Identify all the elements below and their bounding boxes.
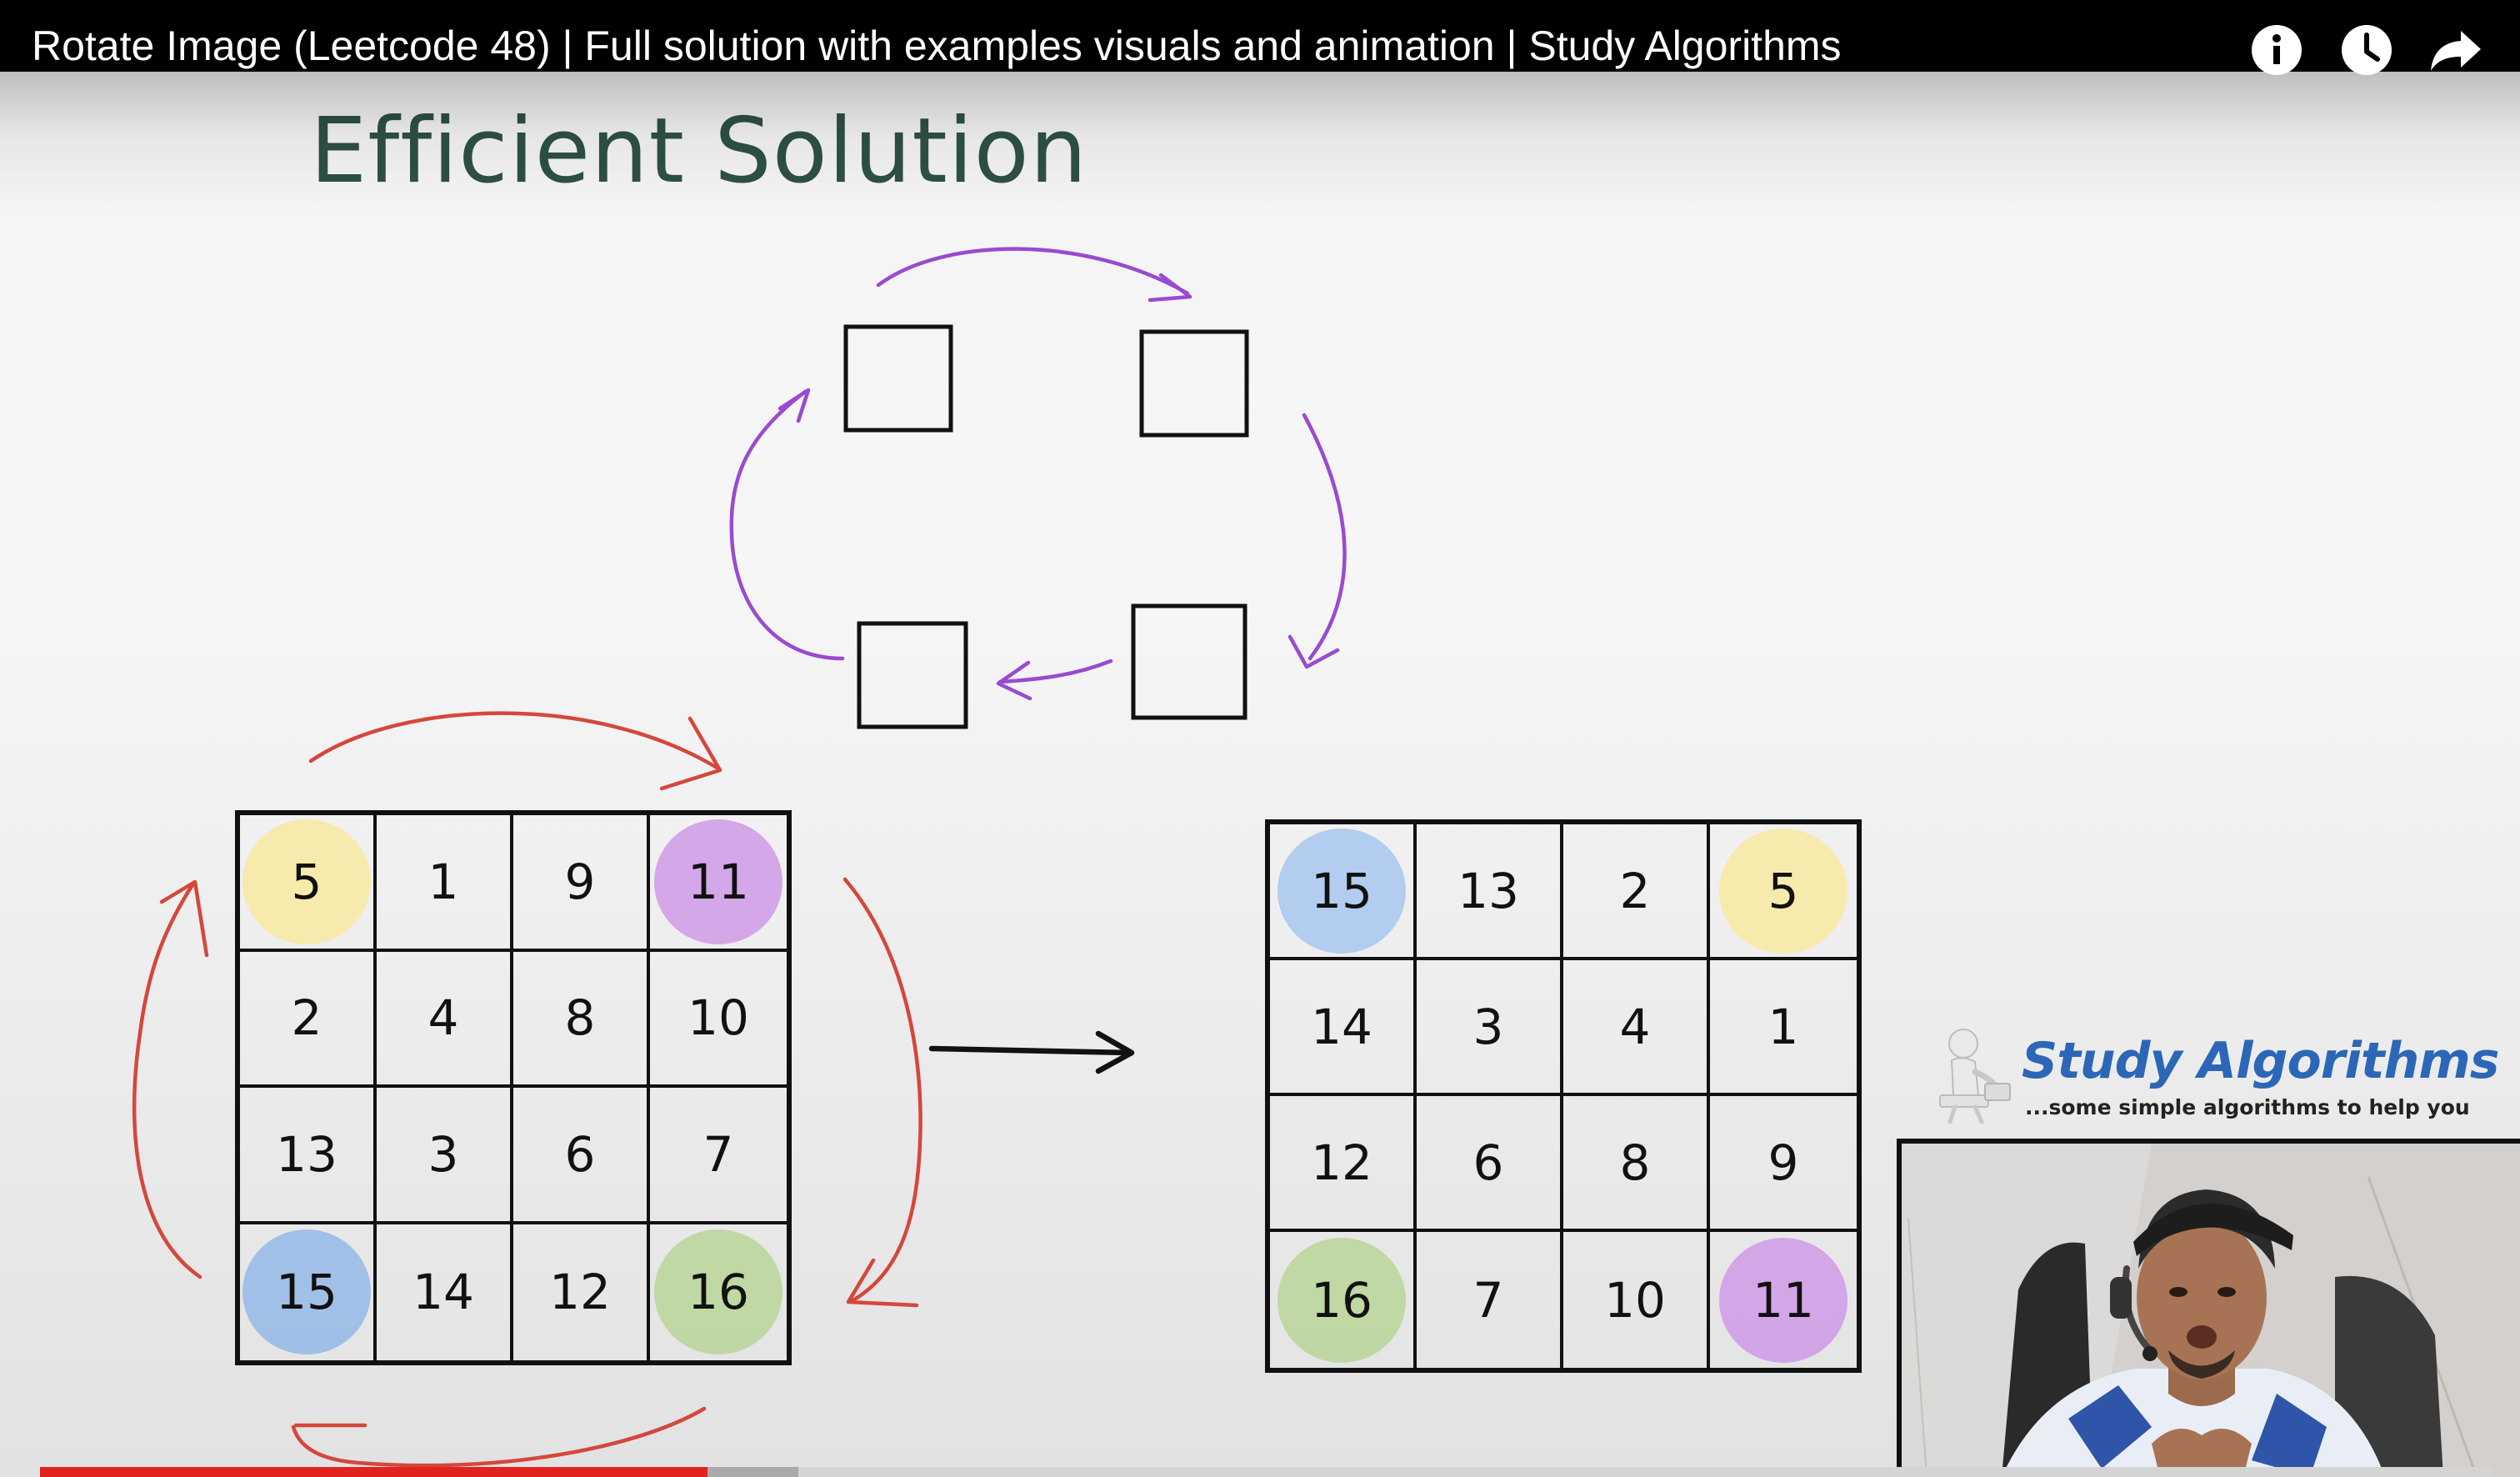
matrix-cell: 6 — [1417, 1096, 1563, 1232]
cell-value: 6 — [564, 1125, 596, 1183]
cell-value: 10 — [688, 989, 749, 1047]
cell-value: 9 — [1768, 1134, 1799, 1191]
brand-tagline: ...some simple algorithms to help you — [2025, 1095, 2470, 1119]
matrix-cell: 1 — [377, 815, 513, 952]
cell-value: 4 — [428, 989, 459, 1047]
matrix-cell: 4 — [1563, 960, 1710, 1096]
matrix-cell: 2 — [1563, 824, 1710, 960]
matrix-cell: 3 — [1417, 960, 1563, 1096]
matrix-cell: 15 — [240, 1224, 377, 1360]
cell-value: 16 — [1311, 1271, 1372, 1329]
matrix-cell: 9 — [513, 815, 650, 952]
matrix-cell: 11 — [650, 815, 787, 952]
matrix-cell: 14 — [377, 1224, 513, 1360]
matrix-cell: 11 — [1710, 1232, 1857, 1368]
matrix-cell: 16 — [1270, 1232, 1417, 1368]
matrix-cell: 13 — [1417, 824, 1563, 960]
presenter-webcam — [1897, 1139, 2520, 1477]
cell-value: 8 — [564, 989, 596, 1047]
red-arrow-bottom — [291, 1406, 707, 1468]
watch-later-button[interactable] — [2338, 22, 2395, 78]
progress-bar[interactable] — [40, 1467, 2493, 1477]
matrix-cell: 7 — [1417, 1232, 1563, 1368]
cell-value: 13 — [1458, 862, 1519, 919]
cycle-box-top-left — [843, 324, 953, 433]
rotated-matrix: 15 13 2 5 14 3 4 1 12 6 8 9 16 7 10 11 — [1265, 819, 1862, 1373]
cycle-box-bottom-right — [1131, 603, 1248, 720]
share-arrow-icon — [2431, 31, 2481, 71]
matrix-cell: 6 — [513, 1088, 650, 1224]
matrix-cell: 1 — [1710, 960, 1857, 1096]
cell-value: 12 — [1311, 1134, 1372, 1191]
cell-value: 6 — [1472, 1134, 1504, 1191]
red-arrow-top — [308, 711, 721, 771]
matrix-cell: 3 — [377, 1088, 513, 1224]
channel-brand: Study Algorithms ...some simple algorith… — [1932, 1025, 2500, 1125]
cell-value: 11 — [1752, 1271, 1814, 1329]
cell-value: 3 — [1472, 998, 1504, 1055]
progress-played — [40, 1467, 708, 1477]
cell-value: 3 — [428, 1125, 459, 1183]
cell-value: 7 — [1472, 1271, 1504, 1329]
presenter-image — [1902, 1144, 2520, 1477]
mascot-figure-icon — [1939, 1029, 2011, 1124]
cell-value: 11 — [688, 853, 749, 910]
matrix-cell: 10 — [1563, 1232, 1710, 1368]
cell-value: 8 — [1619, 1134, 1651, 1191]
red-arrow-left — [132, 881, 202, 1279]
cell-value: 15 — [276, 1264, 338, 1321]
matrix-cell: 2 — [240, 951, 377, 1088]
cell-value: 2 — [1619, 862, 1651, 919]
cell-value: 2 — [291, 989, 322, 1047]
cell-value: 14 — [1311, 998, 1372, 1055]
cell-value: 9 — [564, 853, 596, 910]
original-matrix: 5 1 9 11 2 4 8 10 13 3 6 7 15 14 12 16 — [235, 810, 792, 1365]
top-cycle-arrows — [729, 247, 1347, 701]
matrix-cell: 8 — [1563, 1096, 1710, 1232]
matrix-cell: 5 — [1710, 824, 1857, 960]
cell-value: 1 — [1768, 998, 1799, 1055]
video-player[interactable]: Efficient Solution 5 1 9 11 2 4 8 10 13 … — [0, 0, 2520, 1477]
cycle-box-top-right — [1139, 329, 1249, 438]
clock-icon — [2342, 25, 2392, 75]
matrix-cell: 5 — [240, 815, 377, 952]
cell-value: 7 — [702, 1125, 734, 1183]
share-button[interactable] — [2428, 22, 2485, 78]
cell-value: 13 — [276, 1125, 338, 1183]
info-button[interactable] — [2248, 22, 2305, 78]
matrix-cell: 4 — [377, 951, 513, 1088]
matrix-cell: 10 — [650, 952, 787, 1088]
matrix-cell: 16 — [650, 1224, 787, 1361]
cell-value: 1 — [428, 853, 459, 910]
matrix-cell: 9 — [1710, 1096, 1857, 1232]
info-icon — [2252, 25, 2302, 75]
video-frame: Efficient Solution 5 1 9 11 2 4 8 10 13 … — [0, 0, 2520, 1477]
cell-value: 5 — [1768, 862, 1799, 919]
matrix-cell: 15 — [1270, 824, 1417, 960]
matrix-cell: 14 — [1270, 960, 1417, 1096]
cell-value: 5 — [291, 853, 322, 910]
cell-value: 4 — [1619, 998, 1651, 1055]
cell-value: 12 — [549, 1264, 611, 1321]
cell-value: 15 — [1311, 862, 1372, 919]
arrow-bottom-left-to-top-left — [729, 389, 845, 661]
cell-value: 14 — [412, 1264, 474, 1321]
arrow-top-right-to-bottom-right — [1302, 413, 1347, 661]
matrix-cell: 7 — [650, 1088, 787, 1224]
red-arrow-right — [842, 877, 922, 1304]
brand-name: Study Algorithms — [2022, 1032, 2500, 1090]
matrix-cell: 12 — [513, 1224, 650, 1360]
transform-arrow — [928, 1030, 1135, 1074]
video-title[interactable]: Rotate Image (Leetcode 48) | Full soluti… — [32, 25, 1842, 67]
matrix-cell: 8 — [513, 951, 650, 1088]
cell-value: 16 — [688, 1264, 749, 1321]
cell-value: 10 — [1604, 1271, 1666, 1329]
matrix-cell: 12 — [1270, 1096, 1417, 1232]
arrow-top-left-to-top-right — [876, 247, 1190, 296]
matrix-cell: 13 — [240, 1088, 377, 1224]
cycle-box-bottom-left — [857, 621, 968, 729]
